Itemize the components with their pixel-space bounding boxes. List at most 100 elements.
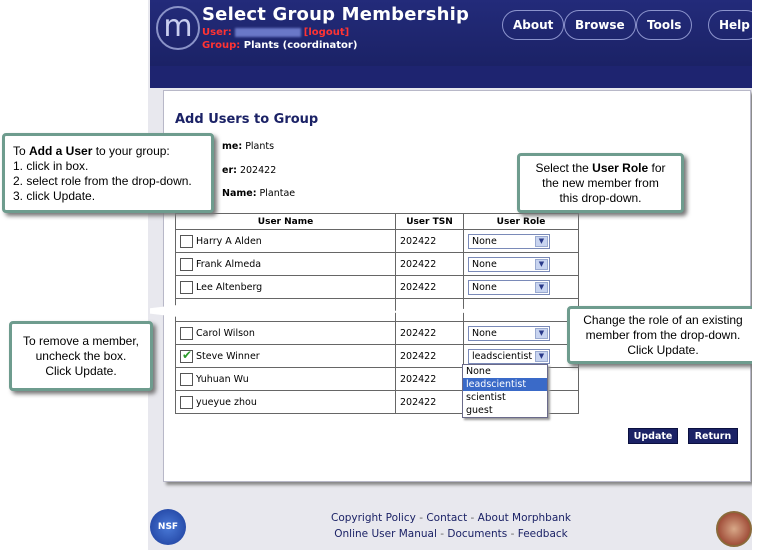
header-band (150, 66, 752, 88)
chevron-down-icon[interactable]: ▼ (535, 235, 548, 247)
role-select[interactable]: None ▼ (468, 279, 550, 295)
user-cell: Yuhuan Wu (175, 367, 396, 391)
logout-link[interactable]: [logout] (304, 27, 349, 38)
table-row: Frank Almeda 202422 None ▼ (175, 252, 579, 276)
role-cell: None ▼ (463, 252, 579, 276)
footer-separator: - (510, 528, 515, 540)
callout-change-role: Change the role of an existing member fr… (567, 306, 758, 364)
taxon-label: Name: (222, 188, 257, 199)
tsn-cell: 202422 (395, 229, 464, 253)
user-cell: yueyue zhou (175, 390, 396, 414)
callout-step: 2. select role from the drop-down. (13, 174, 192, 188)
callout-line: the new member from (542, 176, 659, 190)
user-checkbox[interactable] (180, 326, 193, 340)
user-line: User: [logout] (202, 27, 349, 38)
table-row: Lee Altenberg 202422 None ▼ (175, 275, 579, 299)
update-button[interactable]: Update (628, 428, 678, 444)
callout-text: To (13, 144, 30, 158)
footer-separator: - (440, 528, 445, 540)
user-name: Carol Wilson (196, 327, 255, 339)
university-seal-logo[interactable] (716, 511, 752, 547)
nav-browse[interactable]: Browse (564, 10, 636, 40)
user-name: Lee Altenberg (196, 281, 263, 293)
callout-text: Select the (535, 161, 593, 175)
role-select[interactable]: None ▼ (468, 233, 550, 249)
footer-separator: - (470, 512, 475, 524)
col-user-tsn: User TSN (395, 213, 464, 230)
user-label: User: (202, 27, 232, 38)
dropdown-option[interactable]: guest (463, 404, 547, 417)
footer-link-manual[interactable]: Online User Manual (334, 528, 437, 540)
group-name-info: me: Plants (222, 141, 274, 152)
role-select-value: leadscientist (472, 350, 533, 362)
table-row: Carol Wilson 202422 None ▼ (175, 321, 579, 345)
user-name: Steve Winner (196, 350, 260, 362)
role-select-value: None (472, 235, 497, 247)
callout-text: for (648, 161, 666, 175)
callout-remove-member: To remove a member, uncheck the box. Cli… (9, 321, 153, 391)
role-cell: None ▼ (463, 275, 579, 299)
role-cell: None ▼ (463, 321, 579, 345)
header-bar: m Select Group Membership User: [logout] … (150, 0, 758, 66)
dropdown-option[interactable]: scientist (463, 391, 547, 404)
callout-step: 1. click in box. (13, 159, 89, 173)
group-value: Plants (coordinator) (243, 40, 358, 51)
chevron-down-icon[interactable]: ▼ (535, 258, 548, 270)
return-button[interactable]: Return (688, 428, 738, 444)
footer-link-contact[interactable]: Contact (426, 512, 467, 524)
user-checkbox[interactable] (180, 280, 193, 294)
footer-link-about[interactable]: About Morphbank (478, 512, 571, 524)
callout-text-bold: Add a User (29, 144, 93, 158)
footer-link-copyright[interactable]: Copyright Policy (331, 512, 416, 524)
callout-line: member from the drop-down. (585, 328, 741, 342)
col-user-name: User Name (175, 213, 396, 230)
nav-help[interactable]: Help (708, 10, 758, 40)
user-checkbox[interactable] (180, 395, 193, 409)
footer-links-row1: Copyright Policy - Contact - About Morph… (150, 512, 752, 524)
group-label: Group: (202, 40, 241, 51)
dropdown-option-selected[interactable]: leadscientist (463, 378, 547, 391)
footer-link-documents[interactable]: Documents (447, 528, 507, 540)
group-name-label: me: (222, 141, 243, 152)
user-name: Yuhuan Wu (196, 373, 249, 385)
role-select[interactable]: None ▼ (468, 325, 550, 341)
callout-line: To remove a member, (22, 334, 140, 348)
nav-tools[interactable]: Tools (636, 10, 693, 40)
footer-link-feedback[interactable]: Feedback (518, 528, 568, 540)
callout-line: Select the User Role for (524, 161, 677, 176)
chevron-down-icon[interactable]: ▼ (535, 327, 548, 339)
role-select[interactable]: None ▼ (468, 256, 550, 272)
user-checkbox-checked[interactable] (180, 348, 193, 363)
chevron-down-icon[interactable]: ▼ (535, 350, 548, 362)
user-checkbox[interactable] (180, 372, 193, 386)
chevron-down-icon[interactable]: ▼ (535, 281, 548, 293)
callout-add-user: To Add a User to your group: 1. click in… (2, 133, 214, 213)
dropdown-option[interactable]: None (463, 365, 547, 378)
callout-user-role: Select the User Role for the new member … (517, 153, 684, 213)
footer-separator: - (419, 512, 423, 524)
taxon-info: Name: Plantae (222, 188, 295, 199)
callout-text-bold: User Role (592, 161, 649, 175)
callout-step: 3. click Update. (13, 189, 96, 203)
role-dropdown-list[interactable]: None leadscientist scientist guest (462, 364, 548, 418)
role-select-open[interactable]: leadscientist ▼ (468, 348, 550, 364)
tsn-cell: 202422 (395, 390, 464, 414)
morphbank-logo[interactable]: m (156, 6, 200, 50)
tsn-cell: 202422 (395, 344, 464, 368)
role-select-value: None (472, 327, 497, 339)
user-name: Frank Almeda (196, 258, 262, 270)
tsn-label: er: (222, 165, 237, 176)
user-checkbox[interactable] (180, 234, 193, 248)
nav-about[interactable]: About (502, 10, 565, 40)
page-edge (752, 0, 758, 550)
user-cell: Steve Winner (175, 344, 396, 368)
section-title: Add Users to Group (175, 112, 319, 127)
taxon-value: Plantae (259, 188, 296, 199)
user-cell: Carol Wilson (175, 321, 396, 345)
table-header-row: User Name User TSN User Role (175, 213, 579, 230)
callout-line: this drop-down. (559, 191, 642, 205)
user-checkbox[interactable] (180, 257, 193, 271)
tsn-info: er: 202422 (222, 165, 276, 176)
user-name: yueyue zhou (196, 396, 257, 408)
role-select-value: None (472, 258, 497, 270)
